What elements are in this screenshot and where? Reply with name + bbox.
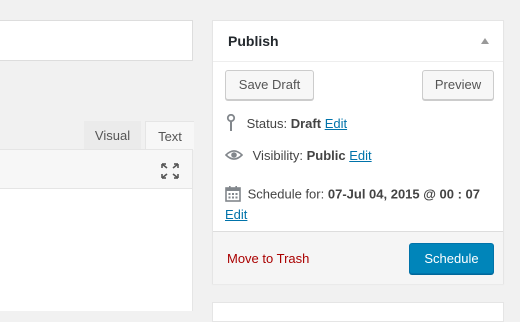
schedule-value: 07-Jul 04, 2015 @ 00 : 07 [327,186,481,202]
calendar-icon [225,185,241,205]
visibility-edit-link[interactable]: Edit [349,148,371,163]
eye-icon [224,149,244,164]
fullscreen-expand-icon[interactable] [160,162,180,180]
post-editor[interactable] [0,149,193,311]
tab-text[interactable]: Text [145,121,194,150]
schedule-button[interactable]: Schedule [409,243,494,274]
post-title-input[interactable] [0,20,193,61]
schedule-label: Schedule for: [247,186,325,202]
publish-title: Publish [228,33,279,49]
visibility-value: Public [306,148,346,163]
editor-toolbar [0,150,192,189]
visibility-label: Visibility: [252,148,303,163]
status-row: Status: Draft Edit [225,113,347,135]
schedule-edit-row: Edit [225,207,247,222]
pin-icon [225,113,237,135]
status-value: Draft [290,115,322,131]
save-draft-button[interactable]: Save Draft [225,70,314,100]
publish-box: Publish Save Draft Preview Status: Draft… [212,20,504,284]
collapse-arrow-icon[interactable] [481,38,489,44]
publish-footer: Move to Trash Schedule [213,231,503,284]
preview-button[interactable]: Preview [422,70,494,100]
schedule-edit-link[interactable]: Edit [225,207,247,222]
status-label: Status: [246,115,288,131]
tab-visual[interactable]: Visual [84,121,141,150]
status-edit-link[interactable]: Edit [325,116,347,131]
visibility-row: Visibility: Public Edit [224,148,372,164]
publish-header[interactable]: Publish [213,21,503,62]
next-meta-box [212,302,504,322]
schedule-row: Schedule for: 07-Jul 04, 2015 @ 00 : 07 [225,185,480,205]
move-to-trash-link[interactable]: Move to Trash [227,251,309,266]
